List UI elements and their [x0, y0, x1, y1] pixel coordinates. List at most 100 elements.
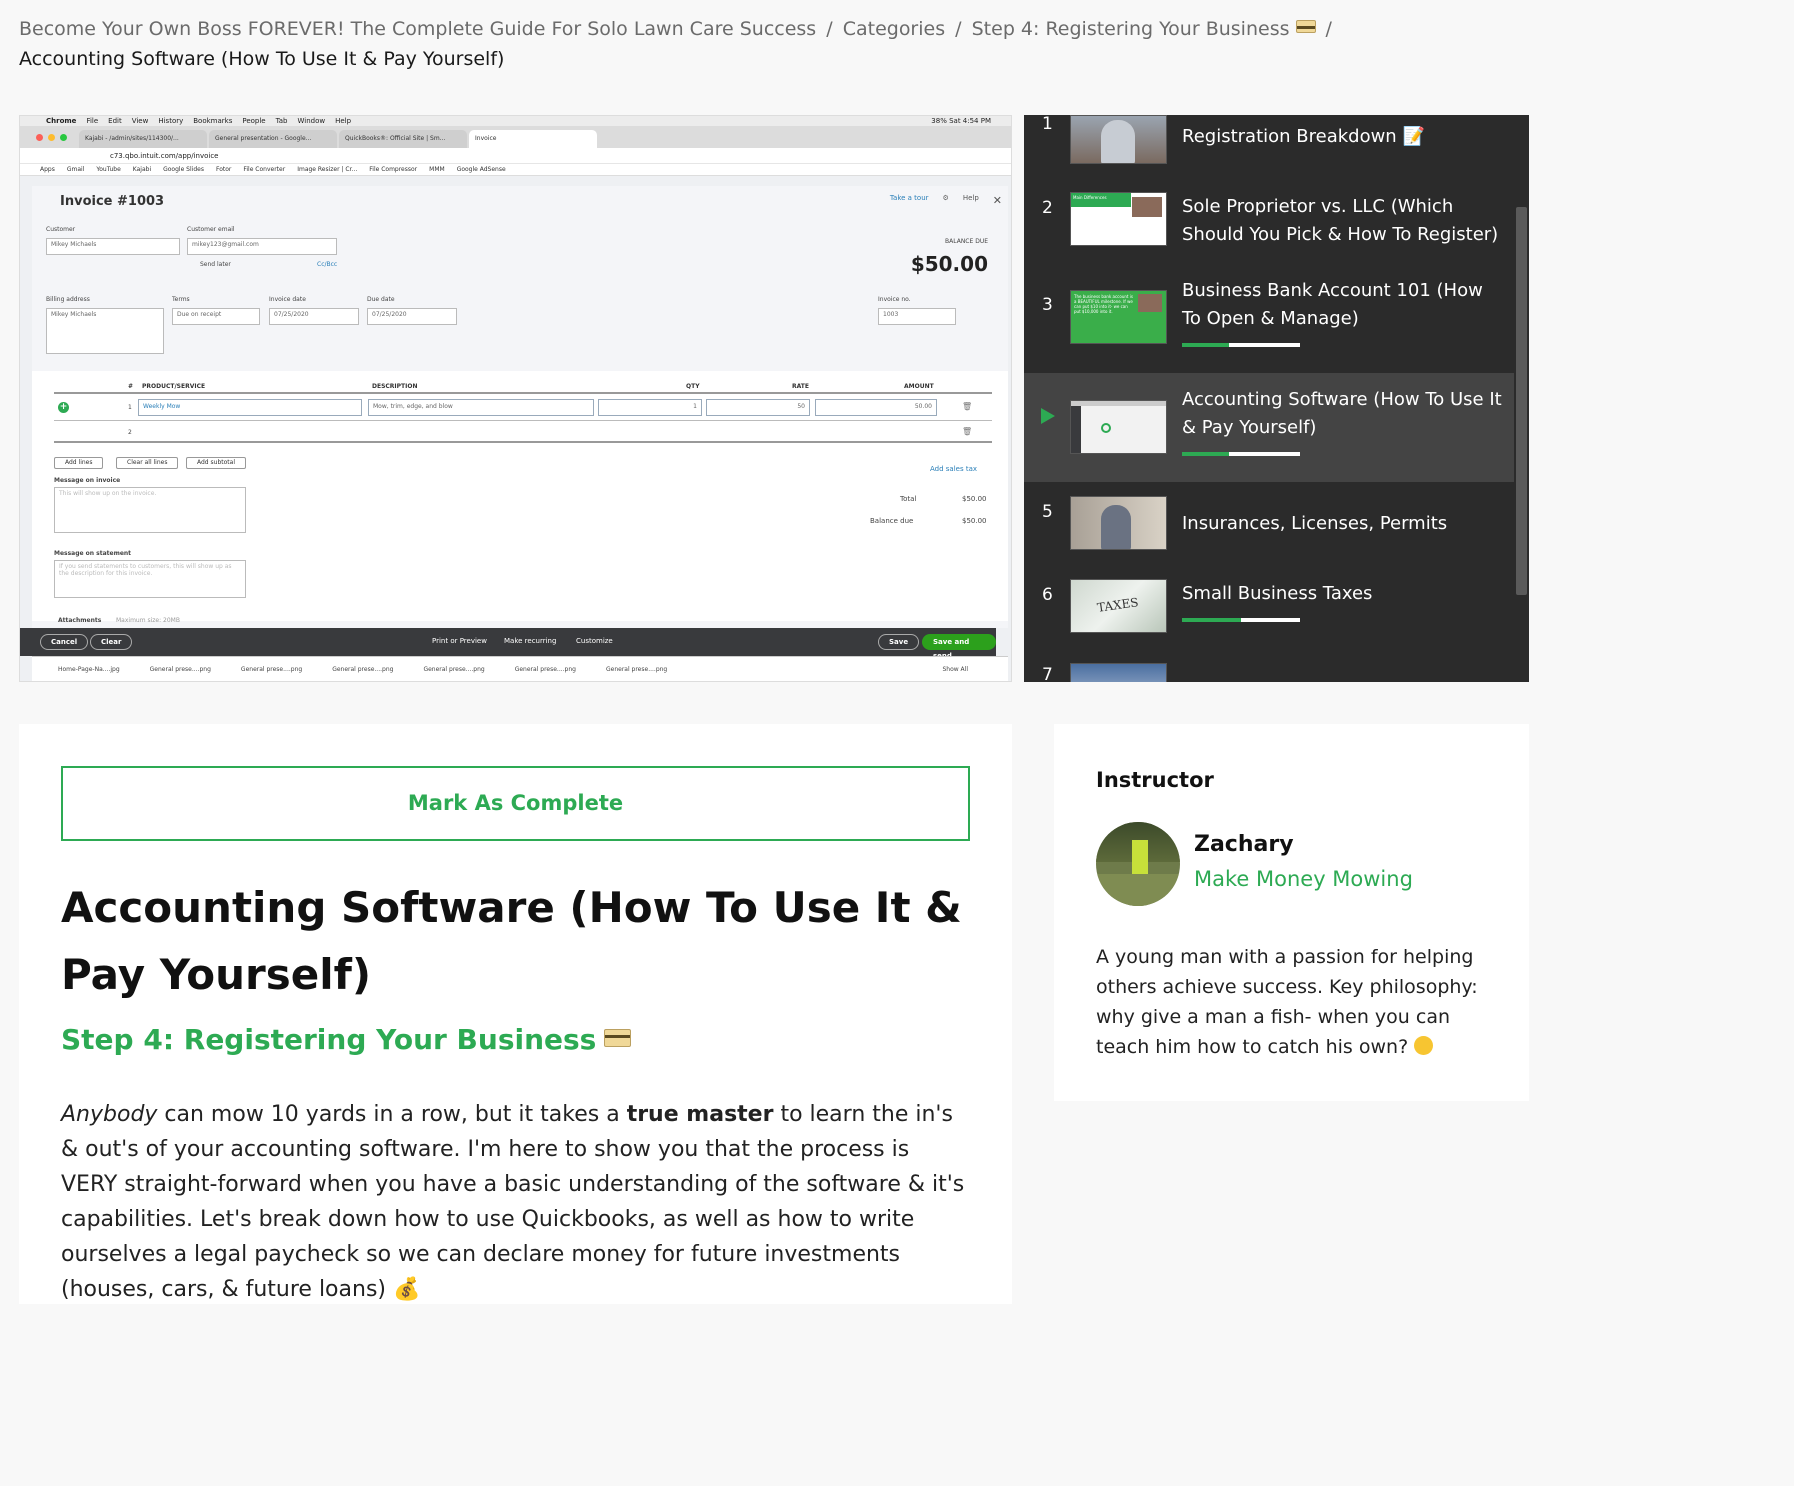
column-header: DESCRIPTION	[372, 383, 418, 390]
lesson-category: Step 4: Registering Your Business	[61, 1020, 632, 1060]
playlist-item-title: Small Business Taxes	[1182, 583, 1373, 604]
playlist-thumbnail: The business bank account is a BEAUTIFUL…	[1070, 290, 1167, 344]
playlist-item[interactable]: 7	[1024, 663, 1514, 682]
lesson-title: Accounting Software (How To Use It & Pay…	[61, 883, 962, 999]
customer-field: Mikey Michaels	[46, 238, 180, 255]
presenter-inset	[1138, 294, 1162, 312]
mac-menubar: Chrome File Edit View History Bookmarks …	[20, 116, 1011, 126]
due-date-label: Due date	[367, 296, 395, 303]
add-lines-button: Add lines	[54, 457, 104, 469]
email-field: mikey123@gmail.com	[187, 238, 337, 255]
playlist-item-number: 5	[1042, 502, 1053, 522]
person-figure	[1101, 120, 1135, 163]
product-cell: Weekly Mow	[138, 399, 362, 416]
due-date-field: 07/25/2020	[367, 308, 457, 325]
qty-cell: 1	[598, 399, 702, 416]
cancel-button: Cancel	[40, 634, 89, 650]
download-item: General prese....png	[605, 666, 668, 673]
credit-card-icon	[1295, 20, 1316, 33]
playlist-item-number: 2	[1042, 198, 1053, 218]
balance-due-value: $50.00	[910, 252, 988, 276]
bookmark: YouTube	[96, 166, 121, 173]
browser-tab-active: Invoice	[469, 130, 597, 148]
clear-button: Clear	[90, 634, 133, 650]
playlist-item[interactable]: 6 TAXES Small Business Taxes	[1024, 575, 1514, 645]
bookmark: Kajabi	[132, 166, 152, 173]
playlist-item[interactable]: 2 Main Differences Sole Proprietor vs. L…	[1024, 187, 1514, 267]
progress-fill	[1182, 343, 1230, 347]
instructor-heading: Instructor	[1096, 768, 1214, 792]
person-figure	[1101, 505, 1131, 549]
breadcrumb-course-link[interactable]: Become Your Own Boss FOREVER! The Comple…	[19, 18, 816, 40]
thumbnail-text: The business bank account is a BEAUTIFUL…	[1074, 294, 1133, 314]
print-preview-link: Print or Preview	[432, 637, 487, 645]
mac-menu-item: Tab	[275, 117, 288, 125]
mark-complete-button[interactable]: Mark As Complete	[61, 766, 970, 841]
help-link: Help	[962, 194, 979, 202]
row-divider	[54, 420, 992, 421]
instructor-name: Zachary	[1194, 832, 1294, 857]
playlist-thumbnail	[1070, 115, 1167, 164]
mac-menu-item: View	[131, 117, 149, 125]
add-sales-tax-link: Add sales tax	[930, 465, 978, 473]
customer-label: Customer	[46, 226, 76, 233]
playlist-item-title: Accounting Software (How To Use It & Pay…	[1182, 389, 1502, 438]
browser-tab: QuickBooks®: Official Site | Sm...	[339, 130, 467, 148]
customize-link: Customize	[576, 637, 613, 645]
thumbnail-text: TAXES	[1096, 595, 1140, 615]
clear-lines-button: Clear all lines	[116, 457, 179, 469]
make-recurring-link: Make recurring	[504, 637, 557, 645]
bookmarks-bar: Apps Gmail YouTube Kajabi Google Slides …	[20, 164, 1011, 176]
close-dot-icon	[36, 134, 43, 141]
playlist-item-number: 7	[1042, 665, 1053, 682]
column-header: PRODUCT/SERVICE	[142, 383, 206, 390]
playlist-item-title: Business Bank Account 101 (How To Open &…	[1182, 280, 1483, 329]
email-label: Customer email	[187, 226, 235, 233]
mac-status: 38% Sat 4:54 PM	[931, 117, 991, 125]
desc-italic: Anybody	[61, 1102, 158, 1127]
invoice-date-label: Invoice date	[269, 296, 306, 303]
playlist-item-active[interactable]: Accounting Software (How To Use It & Pay…	[1024, 373, 1514, 482]
mac-menu-item: File	[86, 117, 99, 125]
maximize-dot-icon	[60, 134, 67, 141]
video-player[interactable]: Chrome File Edit View History Bookmarks …	[19, 115, 1012, 682]
terms-field: Due on receipt	[172, 308, 260, 325]
column-header: QTY	[686, 383, 700, 390]
line-items-header: # PRODUCT/SERVICE DESCRIPTION QTY RATE A…	[54, 381, 992, 394]
playlist-thumbnail: Main Differences	[1070, 192, 1167, 246]
window-controls	[36, 134, 67, 141]
mac-menu-item: Bookmarks	[193, 117, 233, 125]
line-items-area: # PRODUCT/SERVICE DESCRIPTION QTY RATE A…	[32, 371, 1008, 624]
message-statement-label: Message on statement	[54, 550, 132, 557]
thumbnail-text: Main Differences	[1071, 193, 1131, 207]
play-icon	[1041, 408, 1055, 424]
breadcrumb-section-label: Step 4: Registering Your Business	[971, 18, 1290, 40]
invoice-no-field: 1003	[878, 308, 956, 325]
add-subtotal-button: Add subtotal	[186, 457, 246, 469]
gear-icon: ⚙	[942, 194, 949, 202]
instructor-brand-link[interactable]: Make Money Mowing	[1194, 867, 1413, 891]
invoice-screen: Invoice #1003 Take a tour ⚙ Help ✕ Custo…	[32, 186, 1008, 628]
bookmark: Image Resizer | Cr...	[297, 166, 358, 173]
breadcrumb-categories-link[interactable]: Categories	[843, 18, 945, 40]
playlist-item[interactable]: 3 The business bank account is a BEAUTIF…	[1024, 275, 1514, 375]
send-later-label: Send later	[200, 261, 231, 268]
download-item: General prese....png	[514, 666, 576, 673]
downloads-bar: Home-Page-Na....jpg General prese....png…	[32, 656, 1008, 681]
row-divider	[54, 441, 992, 443]
invoice-footer: Cancel Clear Print or Preview Make recur…	[20, 628, 996, 660]
playlist-item[interactable]: 5 Insurances, Licenses, Permits	[1024, 493, 1514, 555]
invoice-tools: Take a tour ⚙ Help ✕	[890, 194, 1002, 207]
download-item: General prese....png	[332, 666, 394, 673]
thumbnail-sidebar	[1071, 406, 1081, 453]
playlist-scrollbar[interactable]	[1516, 207, 1527, 595]
lesson-description: Anybody can mow 10 yards in a row, but i…	[61, 1097, 970, 1307]
avatar-grass	[1096, 874, 1180, 906]
playlist-item[interactable]: 1 Registration Breakdown 📝	[1024, 115, 1514, 175]
bookmark: Apps	[40, 166, 55, 173]
breadcrumb-section-link[interactable]: Step 4: Registering Your Business	[972, 18, 1316, 40]
invoice-title: Invoice #1003	[60, 194, 165, 209]
thumbnail-bar	[1071, 401, 1166, 406]
grinning-face-icon	[1414, 1036, 1434, 1055]
download-item: General prese....png	[423, 666, 485, 673]
